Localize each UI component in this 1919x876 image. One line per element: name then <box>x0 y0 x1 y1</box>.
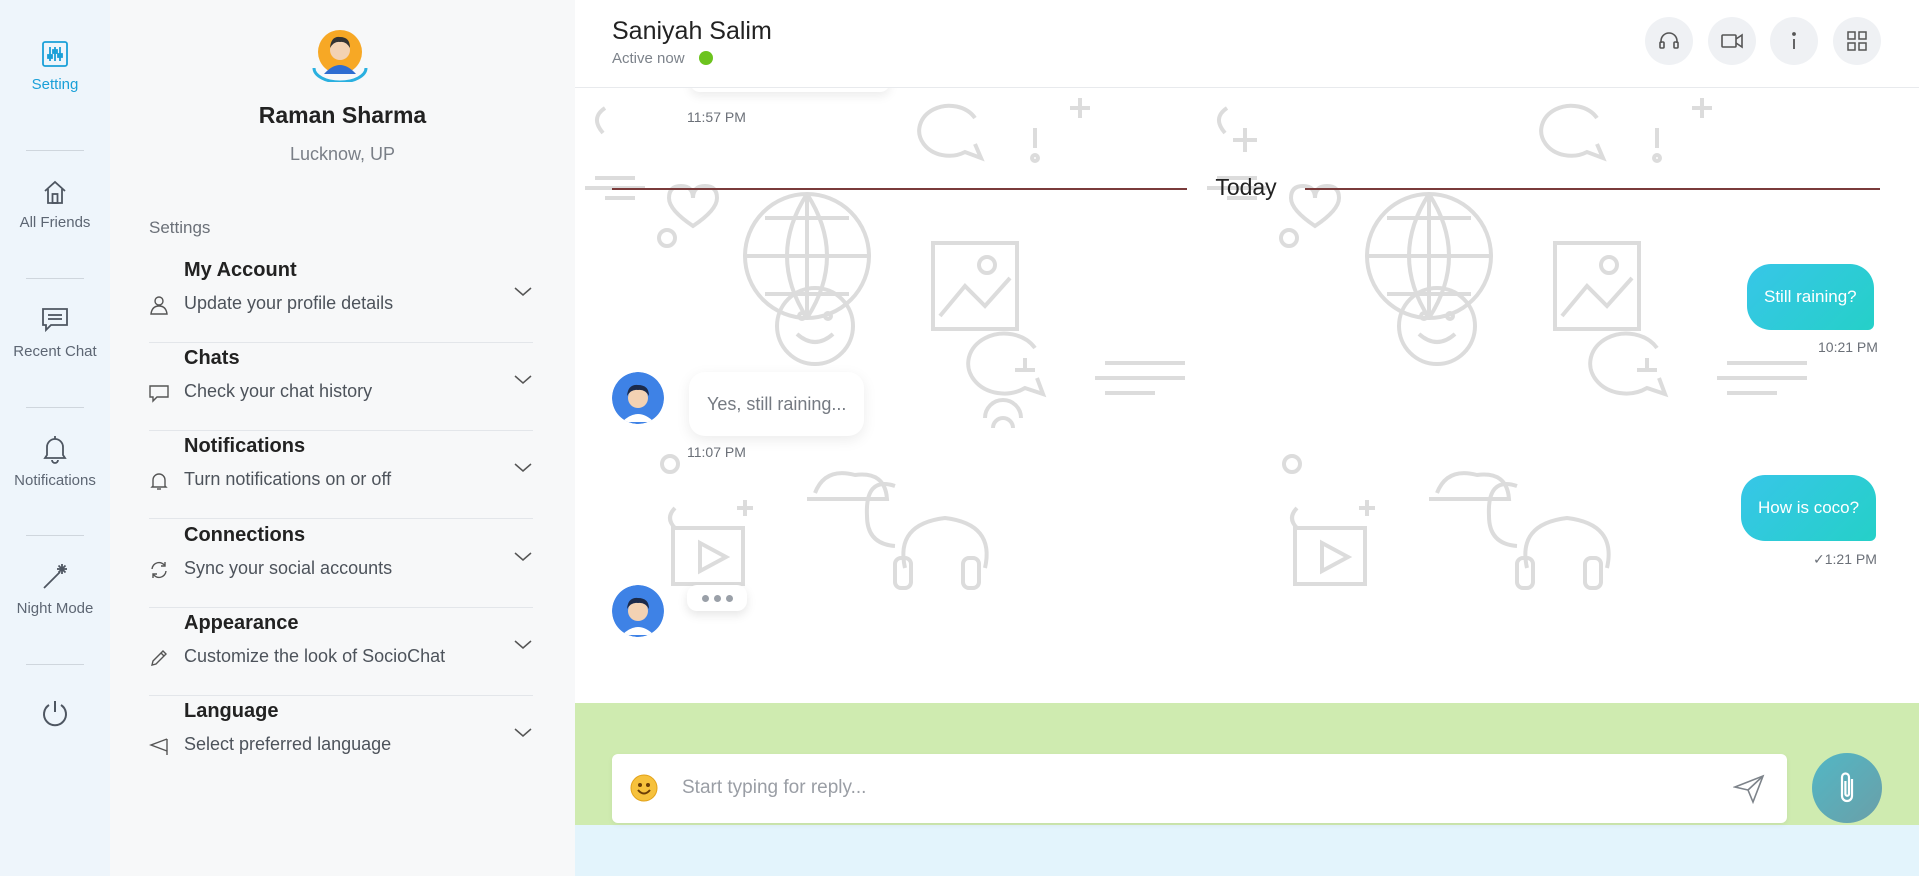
message-time: 10:21 PM <box>1818 339 1878 355</box>
settings-item-desc: Select preferred language <box>184 734 392 754</box>
bell-icon <box>43 436 67 464</box>
chevron-down-icon <box>514 728 532 737</box>
chat-panel: Saniyah Salim Active now 11:57 PM Today … <box>575 0 1919 876</box>
contact-avatar[interactable] <box>612 372 664 424</box>
sync-icon <box>151 561 167 579</box>
emoji-icon[interactable] <box>630 774 658 802</box>
video-icon <box>1721 33 1743 49</box>
chat-bubble-icon <box>149 385 169 403</box>
settings-heading: Settings <box>149 218 211 237</box>
rail-label: Recent Chat <box>13 343 97 360</box>
settings-item-title: Connections <box>184 524 306 546</box>
headset-icon <box>1659 32 1679 49</box>
settings-item-title: My Account <box>184 259 297 281</box>
attach-button[interactable] <box>1812 753 1882 823</box>
settings-item-desc: Update your profile details <box>184 293 394 313</box>
message-composer <box>612 754 1787 823</box>
pencil-icon <box>151 650 167 666</box>
power-icon <box>43 701 67 727</box>
settings-item-desc: Check your chat history <box>184 381 373 401</box>
video-call-button[interactable] <box>1708 17 1756 65</box>
chevron-down-icon <box>514 552 532 561</box>
apps-button[interactable] <box>1833 17 1881 65</box>
divider <box>612 188 1187 190</box>
contact-name[interactable]: Saniyah Salim <box>612 17 772 46</box>
rail-item-setting[interactable]: Setting <box>0 2 110 131</box>
home-icon <box>44 180 66 204</box>
settings-item-title: Language <box>184 700 279 722</box>
grid-icon <box>1847 31 1867 51</box>
contact-status: Active now <box>612 50 685 67</box>
chat-icon <box>42 308 68 333</box>
rail-item-recent-chat[interactable]: Recent Chat <box>0 268 110 397</box>
message-input[interactable] <box>682 768 1682 808</box>
paperclip-icon <box>1840 772 1854 803</box>
settings-item-desc: Sync your social accounts <box>184 558 393 578</box>
info-icon <box>1792 32 1796 49</box>
settings-item-appearance[interactable]: Appearance Customize the look of SocioCh… <box>149 608 533 696</box>
rail-label: Setting <box>31 76 79 93</box>
profile-name: Raman Sharma <box>258 102 427 128</box>
chevron-down-icon <box>514 375 532 384</box>
settings-item-my-account[interactable]: My Account Update your profile details <box>149 255 533 343</box>
user-icon <box>150 296 168 315</box>
rail-item-night-mode[interactable]: Night Mode <box>0 525 110 654</box>
settings-panel: Raman Sharma Lucknow, UP Settings My Acc… <box>110 0 575 876</box>
date-divider-label: Today <box>1215 174 1277 200</box>
rail-label: Night Mode <box>16 600 94 617</box>
icon-rail: Setting All Friends Recent Chat Notifica… <box>0 0 110 876</box>
rail-item-all-friends[interactable]: All Friends <box>0 140 110 269</box>
divider <box>1305 188 1880 190</box>
rail-label: Notifications <box>14 472 96 489</box>
footer-band <box>575 825 1919 876</box>
message-bubble-in[interactable]: Yes, still raining... <box>689 372 865 436</box>
message-time: 11:57 PM <box>687 109 746 125</box>
message-bubble-out[interactable]: How is coco? <box>1741 475 1877 541</box>
settings-item-desc: Turn notifications on or off <box>184 469 392 489</box>
message-list[interactable]: 11:57 PM Today Still raining? 10:21 PM Y… <box>575 88 1919 703</box>
profile-location: Lucknow, UP <box>289 144 396 164</box>
message-bubble-in <box>690 88 890 92</box>
settings-item-notifications[interactable]: Notifications Turn notifications on or o… <box>149 431 533 519</box>
bell-icon <box>150 473 168 490</box>
settings-item-chats[interactable]: Chats Check your chat history <box>149 343 533 431</box>
rail-item-notifications[interactable]: Notifications <box>0 397 110 526</box>
chevron-down-icon <box>514 463 532 472</box>
flag-icon <box>149 738 168 755</box>
magic-wand-icon <box>43 564 67 589</box>
online-status-dot <box>699 51 713 65</box>
settings-item-desc: Customize the look of SocioChat <box>184 646 446 666</box>
settings-item-title: Chats <box>184 347 240 369</box>
chevron-down-icon <box>514 640 532 649</box>
power-button[interactable] <box>0 648 110 778</box>
settings-item-title: Notifications <box>184 435 306 457</box>
info-button[interactable] <box>1770 17 1818 65</box>
chat-header: Saniyah Salim Active now <box>575 0 1919 88</box>
typing-indicator <box>687 585 747 611</box>
rail-label: All Friends <box>19 214 91 231</box>
message-time: 11:07 PM <box>687 444 746 460</box>
message-bubble-out[interactable]: Still raining? <box>1747 264 1874 330</box>
sliders-icon <box>42 41 68 67</box>
settings-item-title: Appearance <box>184 612 299 634</box>
settings-item-connections[interactable]: Connections Sync your social accounts <box>149 520 533 608</box>
contact-avatar[interactable] <box>612 585 664 637</box>
message-time: ✓1:21 PM <box>1813 551 1877 567</box>
voice-call-button[interactable] <box>1645 17 1693 65</box>
profile-avatar[interactable] <box>310 26 370 82</box>
settings-item-language[interactable]: Language Select preferred language <box>149 696 533 784</box>
chevron-down-icon <box>514 287 532 296</box>
send-icon[interactable] <box>1733 774 1765 804</box>
